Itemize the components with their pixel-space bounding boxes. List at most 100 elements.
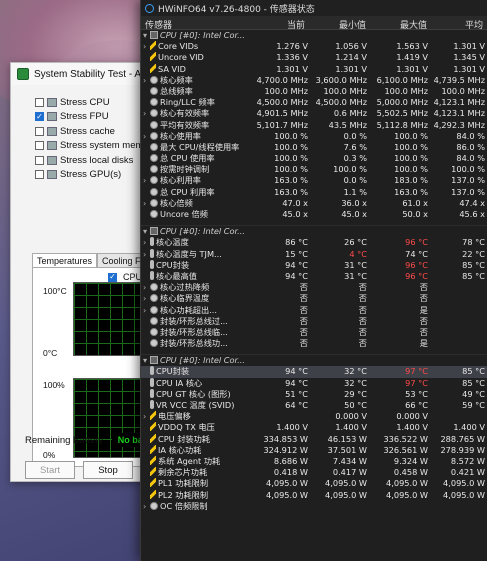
expand-icon[interactable]: › <box>143 237 150 248</box>
legend-checkbox[interactable]: ✓ <box>108 272 117 282</box>
expand-icon[interactable]: › <box>143 282 150 293</box>
sensor-row[interactable]: 核心最高值 94 °C 31 °C 96 °C 85 °C <box>141 270 487 282</box>
sensor-group-header[interactable]: ▾ CPU [#0]: Intel Cor... <box>141 226 487 237</box>
battery-status: Remaining Battery: No batt <box>25 433 155 447</box>
sensor-current: 86 °C <box>285 237 308 248</box>
expand-icon[interactable]: › <box>143 198 150 209</box>
collapse-icon[interactable]: ▾ <box>143 30 150 41</box>
sensor-row[interactable]: 系统 Agent 功耗 8.686 W 7.434 W 9.324 W 8.572 W <box>141 455 487 467</box>
sensor-row[interactable]: VDDQ TX 电压 1.400 V 1.400 V 1.400 V 1.400 V <box>141 422 487 433</box>
sensor-current: 163.0 % <box>274 175 308 186</box>
sensor-row[interactable]: › 核心倍频 47.0 x 36.0 x 61.0 x 47.4 x <box>141 198 487 209</box>
stress-checkbox[interactable] <box>35 126 44 136</box>
sensor-row[interactable]: 剩余芯片功耗 0.418 W 0.417 W 0.458 W 0.421 W <box>141 467 487 478</box>
start-button[interactable]: Start <box>25 461 75 479</box>
voltage-bolt-icon <box>150 422 156 432</box>
sensor-row[interactable]: › 核心利用率 163.0 % 0.0 % 183.0 % 137.0 % <box>141 175 487 186</box>
expand-icon[interactable]: › <box>143 501 150 512</box>
stress-checkbox[interactable]: ✓ <box>35 112 44 122</box>
sensor-row[interactable]: Uncore VID 1.336 V 1.214 V 1.419 V 1.345 V <box>141 52 487 63</box>
expand-icon[interactable]: › <box>143 108 150 119</box>
sensor-row[interactable]: SA VID 1.301 V 1.301 V 1.301 V 1.301 V <box>141 63 487 75</box>
sensor-name-cell: › 核心使用率 <box>143 131 285 142</box>
sensor-row[interactable]: CPU 封装功耗 334.853 W 46.153 W 336.522 W 288.76… <box>141 433 487 445</box>
sensor-row[interactable]: Uncore 倍频 45.0 x 45.0 x 50.0 x 45.6 x <box>141 209 487 220</box>
collapse-icon[interactable]: ▾ <box>143 226 150 237</box>
tab-temperatures[interactable]: Temperatures <box>32 253 98 268</box>
stress-checkbox[interactable] <box>35 141 44 151</box>
hwinfo-titlebar[interactable]: HWiNFO64 v7.26-4800 - 传感器状态 <box>141 0 487 16</box>
sensor-row[interactable]: 最大 CPU/线程使用率 100.0 % 7.6 % 100.0 % 86.0 % <box>141 142 487 153</box>
sensor-current: 334.853 W <box>263 433 308 444</box>
sensor-row[interactable]: 平均有效频率 5,101.7 MHz 43.5 MHz 5,112.8 MHz 4,29… <box>141 120 487 131</box>
expand-icon[interactable]: › <box>143 411 150 422</box>
gauge-circle-icon <box>150 327 158 336</box>
sensor-row[interactable]: CPU封装 94 °C 32 °C 97 °C 85 °C <box>141 366 487 378</box>
sensor-current: 否 <box>299 326 308 337</box>
sensor-row[interactable]: › 核心频率 4,700.0 MHz 3,600.0 MHz 6,100.0 MHz 4,… <box>141 75 487 86</box>
gauge-circle-icon <box>150 339 158 348</box>
expand-icon[interactable]: › <box>143 75 150 86</box>
stress-checkbox[interactable] <box>35 170 44 180</box>
sensor-row[interactable]: › 核心使用率 100.0 % 0.0 % 100.0 % 84.0 % <box>141 131 487 142</box>
expand-icon[interactable]: › <box>143 175 150 186</box>
sensor-row[interactable]: 总 CPU 利用率 163.0 % 1.1 % 163.0 % 137.0 % <box>141 187 487 198</box>
sensor-name: CPU GT 核心 (图形) <box>156 388 231 399</box>
sensor-name: Uncore VID <box>158 52 204 63</box>
sensor-row[interactable]: › 核心温度 86 °C 26 °C 96 °C 78 °C <box>141 237 487 248</box>
sensor-row[interactable]: PL2 功耗限制 4,095.0 W 4,095.0 W 4,095.0 W 4,095… <box>141 489 487 501</box>
sensor-min: 0.417 W <box>332 467 367 478</box>
sensor-row[interactable]: › 电压偏移 0.000 V 0.000 V <box>141 411 487 422</box>
sensor-row[interactable]: CPU封装 94 °C 31 °C 96 °C 85 °C <box>141 259 487 271</box>
sensor-row[interactable]: › 核心功耗超出... 否 否 是 <box>141 305 487 316</box>
stress-option[interactable]: ✓ Stress FPU <box>35 110 157 125</box>
hwinfo-window: HWiNFO64 v7.26-4800 - 传感器状态 传感器 当前 最小值 最… <box>140 0 487 561</box>
sensor-row[interactable]: VR VCC 温度 (SVID) 64 °C 50 °C 66 °C 59 °C <box>141 400 487 411</box>
stress-checkbox[interactable] <box>35 97 44 107</box>
sensor-row[interactable]: › OC 倍频限制 <box>141 501 487 512</box>
sensor-min: 26 °C <box>344 237 367 248</box>
sensor-row[interactable]: › 核心临界温度 否 否 否 <box>141 293 487 304</box>
sensor-row[interactable]: › Core VIDs 1.276 V 1.056 V 1.563 V 1.301 V <box>141 41 487 52</box>
sensor-name: PL1 功耗限制 <box>158 478 209 489</box>
hwinfo-title: HWiNFO64 v7.26-4800 - 传感器状态 <box>158 4 315 15</box>
gauge-circle-icon <box>150 120 158 129</box>
sensor-min: 否 <box>358 315 367 326</box>
sensor-row[interactable]: 封装/环形总线临... 否 否 否 <box>141 327 487 338</box>
expand-icon[interactable]: › <box>143 249 150 260</box>
expand-icon[interactable]: › <box>143 131 150 142</box>
usage-axis-max: 100% <box>43 380 65 390</box>
expand-icon[interactable]: › <box>143 305 150 316</box>
stress-option[interactable]: Stress GPU(s) <box>35 168 157 183</box>
stress-checkbox[interactable] <box>35 155 44 165</box>
sensor-row[interactable]: PL1 功耗限制 4,095.0 W 4,095.0 W 4,095.0 W 4,095… <box>141 478 487 489</box>
sensor-row[interactable]: › 核心过热降频 否 否 否 <box>141 282 487 293</box>
expand-icon[interactable]: › <box>143 41 150 52</box>
sensor-row[interactable]: › 核心有效频率 4,901.5 MHz 0.6 MHz 5,502.5 MHz 4,12… <box>141 108 487 119</box>
expand-icon[interactable]: › <box>143 293 150 304</box>
stress-option[interactable]: Stress local disks <box>35 153 157 168</box>
device-icon <box>47 170 57 180</box>
sensor-row[interactable]: 总 CPU 使用率 100.0 % 0.3 % 100.0 % 84.0 % <box>141 153 487 164</box>
sensor-name: Core VIDs <box>158 41 199 52</box>
sensor-row[interactable]: CPU IA 核心 94 °C 32 °C 97 °C 85 °C <box>141 377 487 389</box>
gauge-circle-icon <box>150 283 158 292</box>
sensor-name-cell: CPU封装 <box>143 259 285 271</box>
sensor-row[interactable]: CPU GT 核心 (图形) 51 °C 29 °C 53 °C 49 °C <box>141 388 487 400</box>
sensor-row[interactable]: 封装/环形总线功... 否 否 是 <box>141 338 487 349</box>
stress-option[interactable]: Stress system memory <box>35 139 157 154</box>
sensor-group-header[interactable]: ▾ CPU [#0]: Intel Cor... <box>141 30 487 41</box>
stress-option[interactable]: Stress CPU <box>35 95 157 110</box>
sensor-row[interactable]: 总线频率 100.0 MHz 100.0 MHz 100.0 MHz 100.0 MHz <box>141 86 487 97</box>
stress-option[interactable]: Stress cache <box>35 124 157 139</box>
stop-button[interactable]: Stop <box>83 461 133 479</box>
sensor-row[interactable]: 按需时钟调制 100.0 % 100.0 % 100.0 % 100.0 % <box>141 164 487 175</box>
sensor-name-cell: › 核心过热降频 <box>143 282 285 293</box>
sensor-row[interactable]: IA 核心功耗 324.912 W 37.501 W 326.561 W 278.939… <box>141 444 487 456</box>
sensor-row[interactable]: Ring/LLC 频率 4,500.0 MHz 4,500.0 MHz 5,000.0… <box>141 97 487 108</box>
sensor-row[interactable]: 封装/环形总线过... 否 否 否 <box>141 316 487 327</box>
sensor-row[interactable]: › 核心温度与 TJM... 15 °C 4 °C 74 °C 22 °C <box>141 248 487 260</box>
sensor-group-header[interactable]: ▾ CPU [#0]: Intel Cor... <box>141 355 487 366</box>
collapse-icon[interactable]: ▾ <box>143 355 150 366</box>
sensor-avg: 86.0 % <box>456 141 485 152</box>
